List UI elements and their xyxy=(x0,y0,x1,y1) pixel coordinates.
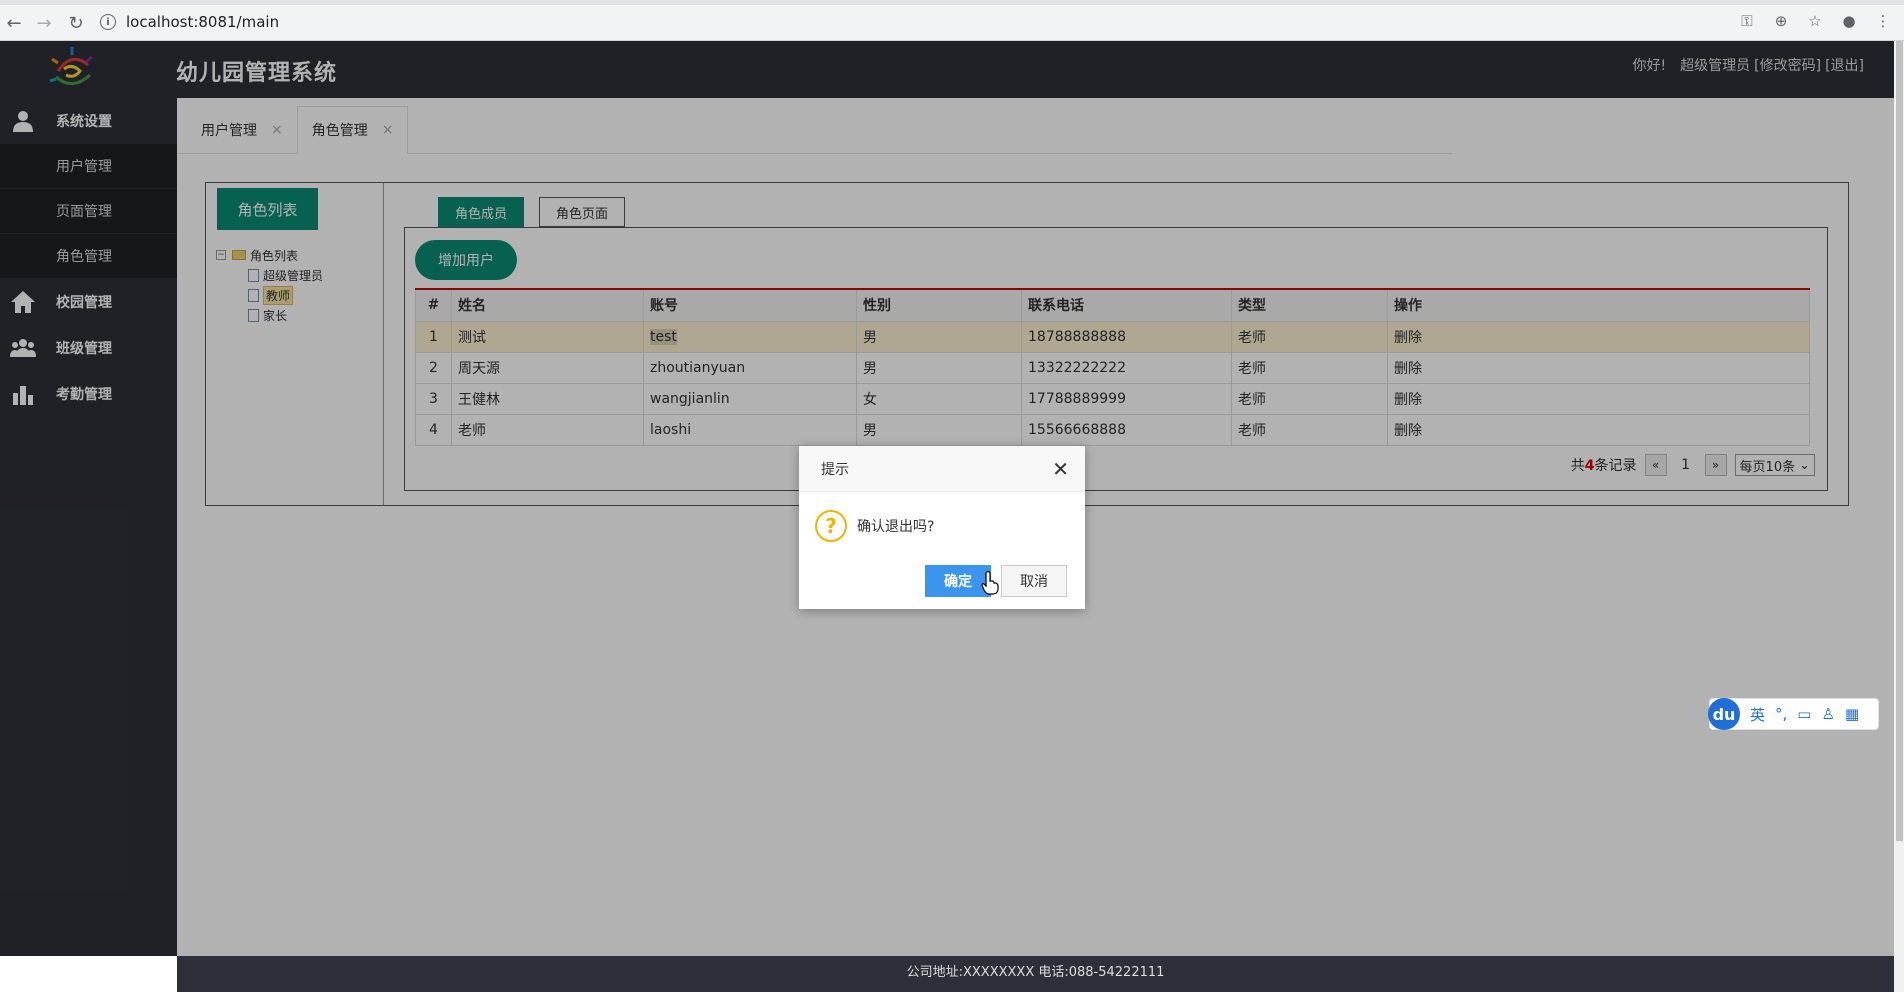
menu-dots-icon[interactable]: ⋮ xyxy=(1870,8,1896,34)
baidu-ime-icon[interactable]: du xyxy=(1708,698,1740,730)
ime-language-toggle[interactable]: 英 xyxy=(1750,704,1765,725)
user-icon[interactable]: ♙ xyxy=(1821,705,1834,723)
ime-toolbar[interactable]: du 英 °, ▭ ♙ ▦ xyxy=(1708,698,1879,730)
browser-actions: ⚿ ⊕ ☆ ● ⋮ xyxy=(1734,8,1896,34)
site-info-icon[interactable]: i xyxy=(100,14,116,30)
punctuation-icon[interactable]: °, xyxy=(1775,705,1787,723)
zoom-icon[interactable]: ⊕ xyxy=(1768,8,1794,34)
footer-text: 公司地址:XXXXXXXX 电话:088-54222111 xyxy=(906,965,1165,980)
question-icon: ? xyxy=(815,510,847,542)
dialog-header: 提示 ✕ xyxy=(799,446,1085,492)
address-bar[interactable]: i localhost:8081/main xyxy=(100,8,1720,36)
grid-menu-icon[interactable]: ▦ xyxy=(1845,705,1859,723)
dialog-message: 确认退出吗? xyxy=(857,519,935,535)
key-icon[interactable]: ⚿ xyxy=(1734,8,1760,34)
profile-icon[interactable]: ● xyxy=(1836,8,1862,34)
dialog-title: 提示 xyxy=(821,461,849,478)
hand-cursor-icon xyxy=(981,571,999,595)
cancel-button[interactable]: 取消 xyxy=(1001,565,1067,597)
bookmark-star-icon[interactable]: ☆ xyxy=(1802,8,1828,34)
page-footer: 公司地址:XXXXXXXX 电话:088-54222111 xyxy=(177,956,1894,992)
dialog-body: ? 确认退出吗? xyxy=(799,492,1085,542)
reload-icon[interactable]: ↻ xyxy=(62,9,90,37)
browser-tab-strip xyxy=(0,0,1904,5)
forward-arrow-icon[interactable]: → xyxy=(30,9,58,37)
url-text: localhost:8081/main xyxy=(126,13,280,31)
scrollbar-thumb[interactable] xyxy=(1896,41,1903,841)
close-icon[interactable]: ✕ xyxy=(1052,457,1069,481)
keyboard-icon[interactable]: ▭ xyxy=(1797,705,1811,723)
confirm-dialog: 提示 ✕ ? 确认退出吗? 确定 取消 xyxy=(799,446,1085,609)
browser-toolbar: ← → ↻ i localhost:8081/main ⚿ ⊕ ☆ ● ⋮ xyxy=(0,0,1904,41)
back-arrow-icon[interactable]: ← xyxy=(0,9,28,37)
